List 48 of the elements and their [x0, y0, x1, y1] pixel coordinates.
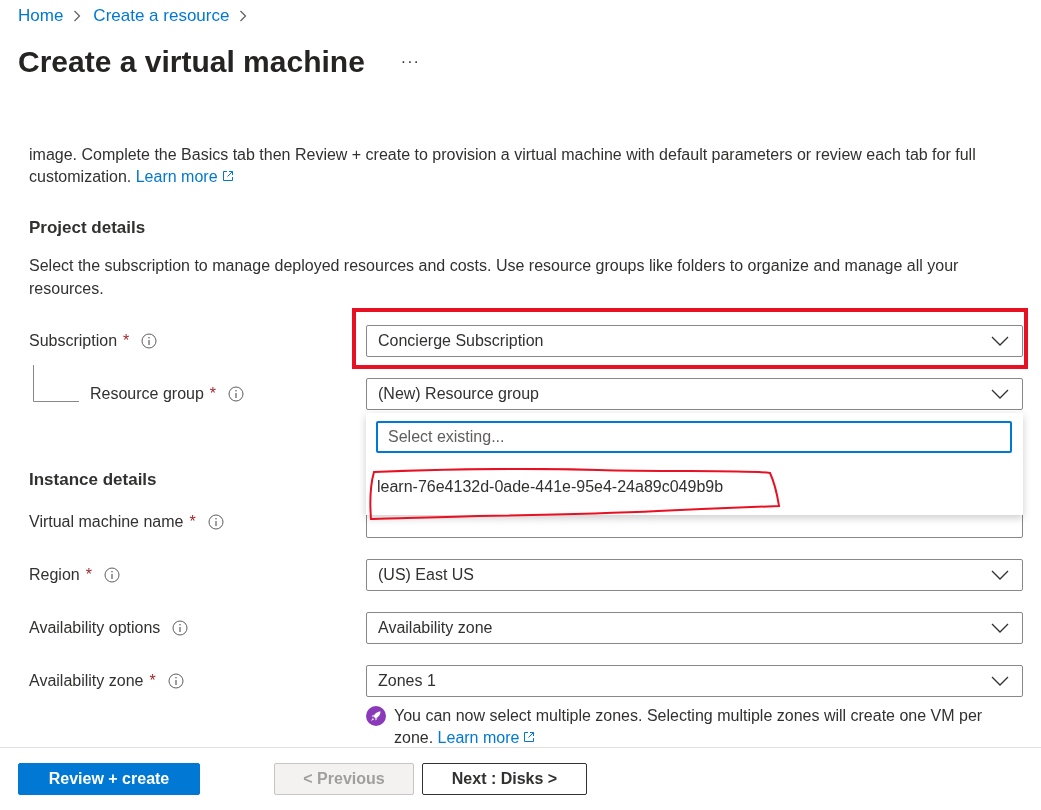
dropdown[interactable]: Concierge Subscription	[366, 325, 1023, 357]
required-mark: *	[123, 332, 130, 350]
required-mark: *	[209, 385, 217, 403]
field-label: Virtual machine name	[29, 513, 184, 531]
rocket-icon	[366, 706, 386, 726]
footer-button[interactable]: Review + create	[18, 763, 200, 795]
section-description: Select the subscription to manage deployed resources and costs. Use resource groups like folders to organize and manage all your resources.	[29, 256, 960, 299]
section-heading: Project details	[29, 217, 146, 239]
learn-more-link[interactable]: Learn more	[135, 168, 234, 185]
chevron-right-icon	[73, 10, 82, 22]
learn-more-link[interactable]: Learn more	[437, 729, 536, 746]
chevron-right-icon	[239, 10, 248, 22]
field-label: Region	[29, 566, 80, 584]
required-mark: *	[85, 566, 92, 584]
info-icon[interactable]	[207, 514, 224, 530]
required-mark: *	[149, 672, 156, 690]
chevron-down-icon	[991, 676, 1009, 686]
dropdown[interactable]: Availability zone	[366, 612, 1023, 644]
dropdown[interactable]: (New) Resource group	[366, 378, 1023, 410]
tree-connector	[33, 365, 79, 403]
breadcrumb-link[interactable]: Home	[18, 6, 64, 26]
chevron-down-icon	[991, 570, 1009, 580]
info-icon[interactable]	[103, 567, 120, 583]
footer-button[interactable]: Next : Disks >	[422, 763, 587, 795]
intro-text: image. Complete the Basics tab then Review + create to provision a virtual machine with default parameters or review each tab for full customization. Learn more	[29, 145, 977, 187]
field-label: Availability zone	[29, 672, 144, 690]
chevron-down-icon	[991, 336, 1009, 346]
search-field[interactable]: Select existing...	[376, 421, 1012, 453]
field-label: Availability options	[29, 619, 161, 637]
info-icon[interactable]	[228, 386, 245, 402]
field-label: Subscription	[29, 332, 118, 350]
info-icon[interactable]	[172, 620, 189, 636]
external-link-icon	[523, 731, 536, 743]
required-mark: *	[189, 513, 196, 531]
breadcrumb-link[interactable]: Create a resource	[93, 6, 230, 26]
dropdown[interactable]: (US) East US	[366, 559, 1023, 591]
external-link-icon	[221, 170, 234, 182]
section-heading: Instance details	[29, 469, 157, 491]
note-text: You can now select multiple zones. Selecting multiple zones will create one VM per zone. Learn more	[394, 706, 984, 747]
info-icon[interactable]	[141, 333, 158, 349]
field-label: Resource group	[90, 385, 204, 403]
more-button[interactable]: ···	[394, 51, 426, 73]
info-icon[interactable]	[167, 673, 184, 689]
chevron-down-icon	[991, 389, 1009, 399]
dropdown[interactable]: Zones 1	[366, 665, 1023, 697]
dropdown-option[interactable]: learn-76e4132d-0ade-441e-95e4-24a89c049b9b	[376, 465, 1013, 509]
page-title: Create a virtual machine	[18, 44, 365, 80]
chevron-down-icon	[991, 623, 1009, 633]
